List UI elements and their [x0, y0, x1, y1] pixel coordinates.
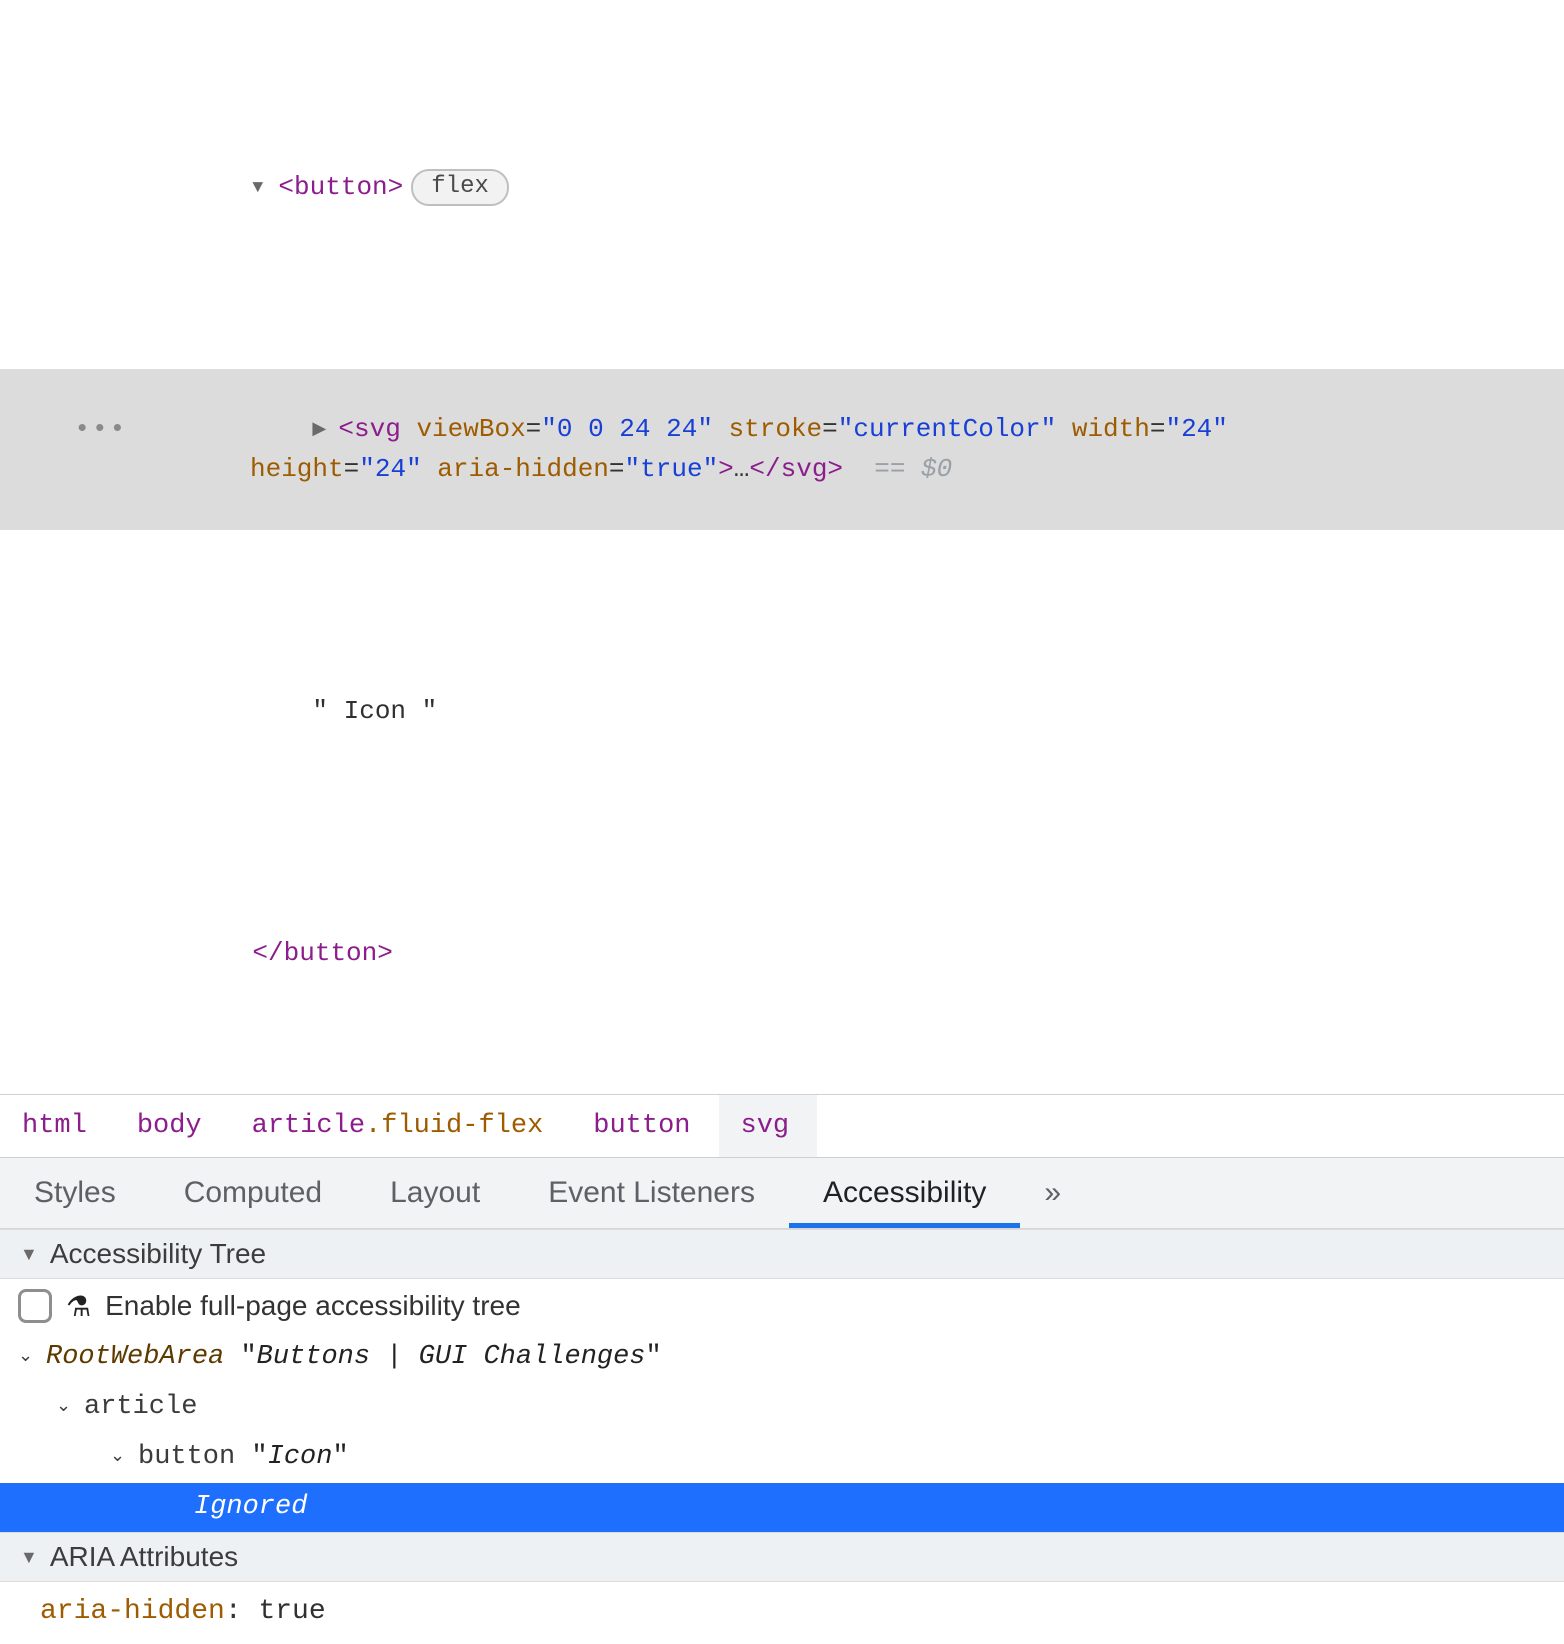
aria-attr-name: aria-hidden [40, 1596, 225, 1627]
a11y-tree-header-label: Accessibility Tree [50, 1238, 266, 1270]
disclosure-open-icon: ▼ [20, 1244, 38, 1265]
tag-svg-close: svg [781, 454, 828, 484]
elements-row-svg-selected[interactable]: •••<svg viewBox="0 0 24 24" stroke="curr… [0, 369, 1564, 530]
tag-button-open: button [294, 172, 388, 202]
more-tabs-icon[interactable]: » [1020, 1176, 1085, 1210]
breadcrumb: html body article.fluid-flex button svg [0, 1094, 1564, 1158]
attr-stroke-val: currentColor [853, 414, 1040, 444]
crumb-html-label: html [22, 1111, 87, 1141]
tab-layout[interactable]: Layout [356, 1158, 514, 1228]
role-button: button [138, 1437, 235, 1479]
chevron-down-icon: ⌄ [110, 1444, 138, 1472]
text-node-icon: " Icon " [312, 696, 437, 726]
flask-icon: ⚗ [66, 1290, 91, 1323]
flex-badge[interactable]: flex [411, 169, 509, 205]
tree-row-root[interactable]: ⌄ RootWebArea "Buttons | GUI Challenges" [0, 1333, 1564, 1383]
attr-ariahidden-val: true [640, 454, 702, 484]
a11y-tree-header[interactable]: ▼ Accessibility Tree [0, 1229, 1564, 1279]
tag-button-close: button [284, 938, 378, 968]
attr-viewbox-val: 0 0 24 24 [557, 414, 697, 444]
aria-attributes-header[interactable]: ▼ ARIA Attributes [0, 1532, 1564, 1582]
tab-accessibility[interactable]: Accessibility [789, 1158, 1020, 1228]
disclosure-closed-icon[interactable] [312, 407, 338, 447]
elements-tree: <button>flex •••<svg viewBox="0 0 24 24"… [0, 0, 1564, 1094]
tree-row-ignored-selected[interactable]: Ignored [0, 1483, 1564, 1533]
tag-svg-open: svg [354, 414, 401, 444]
attr-width-name: width [1072, 414, 1150, 444]
role-article: article [84, 1387, 197, 1429]
crumb-body[interactable]: body [115, 1095, 230, 1157]
crumb-button[interactable]: button [571, 1095, 718, 1157]
pane-tabs: Styles Computed Layout Event Listeners A… [0, 1158, 1564, 1229]
crumb-body-label: body [137, 1111, 202, 1141]
crumb-html[interactable]: html [0, 1095, 115, 1157]
name-root: Buttons | GUI Challenges [257, 1337, 646, 1379]
ellipsis-icon[interactable]: ••• [62, 414, 127, 444]
enable-full-tree-checkbox[interactable] [18, 1289, 52, 1323]
crumb-button-label: button [593, 1111, 690, 1141]
crumb-article-label: article [252, 1111, 365, 1141]
chevron-down-icon: ⌄ [56, 1394, 84, 1422]
ignored-label: Ignored [194, 1487, 307, 1529]
attr-ariahidden-name: aria-hidden [437, 454, 609, 484]
attr-height-name: height [250, 454, 344, 484]
enable-full-tree-row[interactable]: ⚗ Enable full-page accessibility tree [0, 1279, 1564, 1333]
aria-attribute-row: aria-hidden: true [0, 1582, 1564, 1641]
aria-attributes-header-label: ARIA Attributes [50, 1541, 238, 1573]
eq-dollar-zero: == $0 [874, 454, 952, 484]
elements-row-button-open[interactable]: <button>flex [0, 127, 1564, 248]
tab-event-listeners[interactable]: Event Listeners [514, 1158, 789, 1228]
name-button: Icon [268, 1437, 333, 1479]
role-rootwebarea: RootWebArea [46, 1337, 224, 1379]
attr-width-val: 24 [1181, 414, 1212, 444]
aria-attr-val: true [258, 1596, 325, 1627]
crumb-article-class: .fluid-flex [365, 1111, 543, 1141]
tab-styles[interactable]: Styles [0, 1158, 150, 1228]
elements-row-text-node[interactable]: " Icon " [0, 651, 1564, 772]
crumb-svg[interactable]: svg [719, 1095, 818, 1157]
disclosure-open-icon[interactable] [252, 165, 278, 205]
attr-stroke-name: stroke [729, 414, 823, 444]
collapsed-ellipsis[interactable]: … [734, 454, 750, 484]
tab-computed[interactable]: Computed [150, 1158, 356, 1228]
enable-full-tree-label: Enable full-page accessibility tree [105, 1290, 521, 1322]
chevron-down-icon: ⌄ [18, 1344, 46, 1372]
a11y-tree: ⌄ RootWebArea "Buttons | GUI Challenges"… [0, 1333, 1564, 1532]
tree-row-button[interactable]: ⌄ button "Icon" [0, 1433, 1564, 1483]
crumb-article[interactable]: article.fluid-flex [230, 1095, 572, 1157]
attr-height-val: 24 [375, 454, 406, 484]
crumb-svg-label: svg [741, 1111, 790, 1141]
accessibility-panel: ▼ Accessibility Tree ⚗ Enable full-page … [0, 1229, 1564, 1641]
disclosure-open-icon: ▼ [20, 1547, 38, 1568]
attr-viewbox-name: viewBox [416, 414, 525, 444]
elements-row-button-close[interactable]: </button> [0, 893, 1564, 1014]
tree-row-article[interactable]: ⌄ article [0, 1383, 1564, 1433]
